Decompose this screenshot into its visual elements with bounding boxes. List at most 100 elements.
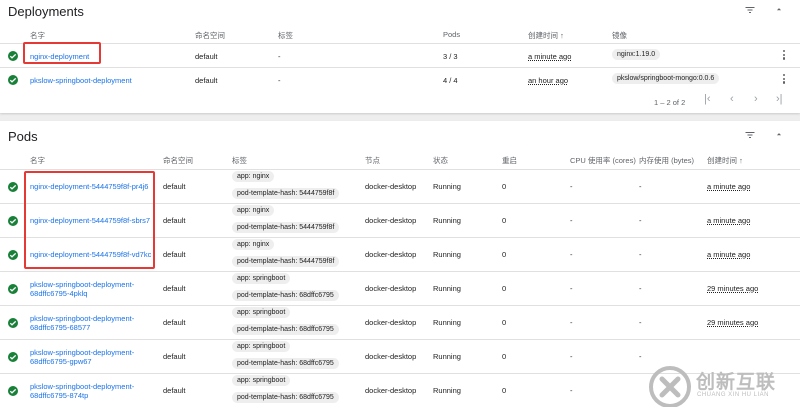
table-row[interactable]: pkslow-springboot-deployment- 68dffc6795-… <box>0 271 800 305</box>
labels-cell: - <box>278 76 281 85</box>
pod-name-line: 68dffc6795-4pklq <box>30 289 88 298</box>
memory-cell: - <box>639 352 642 361</box>
col-image[interactable]: 镜像 <box>612 30 627 41</box>
col-restarts[interactable]: 重启 <box>502 155 517 166</box>
collapse-icon[interactable] <box>774 129 788 143</box>
watermark-subtext: CHUANG XIN HU LIAN <box>697 392 770 398</box>
restarts-cell: 0 <box>502 250 507 259</box>
label-chip: pod-template-hash: 68dffc6795 <box>232 392 339 403</box>
col-labels[interactable]: 标签 <box>232 155 247 166</box>
pod-name-line: pkslow-springboot-deployment- <box>30 382 135 391</box>
pod-name-link[interactable]: pkslow-springboot-deployment- 68dffc6795-… <box>30 382 134 400</box>
label-chip: pod-template-hash: 5444759f8f <box>232 222 340 233</box>
col-created-label: 创建时间 <box>528 31 558 40</box>
collapse-icon[interactable] <box>774 4 788 18</box>
table-row[interactable]: pkslow-springboot-deployment- 68dffc6795-… <box>0 305 800 339</box>
table-row[interactable]: pkslow-springboot-deployment default - 4 / … <box>0 67 800 91</box>
watermark-text: 创新互联 <box>696 372 777 393</box>
watermark-logo-icon <box>649 366 691 407</box>
namespace-cell: default <box>163 250 186 259</box>
pods-cell: 3 / 3 <box>443 52 458 61</box>
next-page-icon[interactable]: › <box>754 93 758 105</box>
cpu-cell: - <box>570 182 573 191</box>
node-cell: docker-desktop <box>365 386 417 395</box>
node-cell: docker-desktop <box>365 216 417 225</box>
namespace-cell: default <box>163 216 186 225</box>
label-chip: pod-template-hash: 68dffc6795 <box>232 290 339 301</box>
pod-name-line: 68dffc6795-874tp <box>30 391 89 400</box>
sort-arrow-icon: ↑ <box>739 156 743 165</box>
namespace-cell: default <box>163 318 186 327</box>
namespace-cell: default <box>195 52 218 61</box>
memory-cell: - <box>639 318 642 327</box>
created-cell: a minute ago <box>528 52 572 61</box>
first-page-icon[interactable]: |‹ <box>704 93 711 105</box>
label-chip: pod-template-hash: 68dffc6795 <box>232 358 339 369</box>
status-cell: Running <box>433 216 461 225</box>
label-chip: pod-template-hash: 5444759f8f <box>232 256 340 267</box>
label-chip: app: nginx <box>232 239 275 250</box>
col-memory[interactable]: 内存使用 (bytes) <box>639 155 694 166</box>
label-chip: app: nginx <box>232 205 275 216</box>
status-cell: Running <box>433 182 461 191</box>
col-labels[interactable]: 标签 <box>278 30 293 41</box>
pod-name-line: pkslow-springboot-deployment- <box>30 280 135 289</box>
filter-icon[interactable] <box>744 129 758 143</box>
namespace-cell: default <box>163 284 186 293</box>
table-row[interactable]: nginx-deployment default -3 / 3a minute ag… <box>0 43 800 67</box>
col-name[interactable]: 名字 <box>30 30 45 41</box>
memory-cell: - <box>639 216 642 225</box>
namespace-cell: default <box>163 386 186 395</box>
highlight-box <box>24 171 155 269</box>
pod-name-line: pkslow-springboot-deployment- <box>30 314 135 323</box>
restarts-cell: 0 <box>502 386 507 395</box>
restarts-cell: 0 <box>502 284 507 293</box>
col-created[interactable]: 创建时间 ↑ <box>528 30 564 41</box>
more-vert-icon[interactable] <box>782 50 786 62</box>
cpu-cell: - <box>570 318 573 327</box>
col-node[interactable]: 节点 <box>365 155 380 166</box>
more-vert-icon[interactable] <box>782 74 786 86</box>
check-circle-icon <box>8 75 18 85</box>
deployment-name-link[interactable]: pkslow-springboot-deployment <box>30 76 132 85</box>
pods-cell: 4 / 4 <box>443 76 458 85</box>
status-cell: Running <box>433 284 461 293</box>
label-chip: app: springboot <box>232 307 291 318</box>
deployments-title: Deployments <box>8 4 84 19</box>
check-circle-icon <box>8 284 18 294</box>
label-chip: app: springboot <box>232 375 291 386</box>
label-chip: pod-template-hash: 68dffc6795 <box>232 324 339 335</box>
last-page-icon[interactable]: ›| <box>776 93 783 105</box>
memory-cell: - <box>639 182 642 191</box>
col-pods[interactable]: Pods <box>443 30 460 39</box>
pod-name-link[interactable]: pkslow-springboot-deployment- 68dffc6795-… <box>30 348 134 366</box>
col-cpu[interactable]: CPU 使用率 (cores) <box>570 155 636 166</box>
cpu-cell: - <box>570 250 573 259</box>
namespace-cell: default <box>163 182 186 191</box>
col-name[interactable]: 名字 <box>30 155 45 166</box>
created-cell: an hour ago <box>528 76 569 85</box>
col-status[interactable]: 状态 <box>433 155 448 166</box>
col-namespace[interactable]: 命名空间 <box>163 155 193 166</box>
node-cell: docker-desktop <box>365 182 417 191</box>
check-circle-icon <box>8 182 18 192</box>
pod-name-link[interactable]: pkslow-springboot-deployment- 68dffc6795-… <box>30 280 134 298</box>
restarts-cell: 0 <box>502 352 507 361</box>
cpu-cell: - <box>570 284 573 293</box>
pod-name-line: 68dffc6795-gpw67 <box>30 357 92 366</box>
image-chip: pkslow/springboot-mongo:0.0.6 <box>612 73 720 84</box>
pods-title: Pods <box>8 129 38 144</box>
prev-page-icon[interactable]: ‹ <box>730 93 734 105</box>
filter-icon[interactable] <box>744 4 758 18</box>
check-circle-icon <box>8 352 18 362</box>
status-cell: Running <box>433 318 461 327</box>
sort-arrow-icon: ↑ <box>560 31 564 40</box>
cpu-cell: - <box>570 386 573 395</box>
col-namespace[interactable]: 命名空间 <box>195 30 225 41</box>
created-cell: a minute ago <box>707 182 751 191</box>
col-created[interactable]: 创建时间 ↑ <box>707 155 743 166</box>
memory-cell: - <box>639 284 642 293</box>
check-circle-icon <box>8 51 18 61</box>
pod-name-link[interactable]: pkslow-springboot-deployment- 68dffc6795-… <box>30 314 134 332</box>
watermark-logo: 创新互联 CHUANG XIN HU LIAN <box>644 361 794 407</box>
